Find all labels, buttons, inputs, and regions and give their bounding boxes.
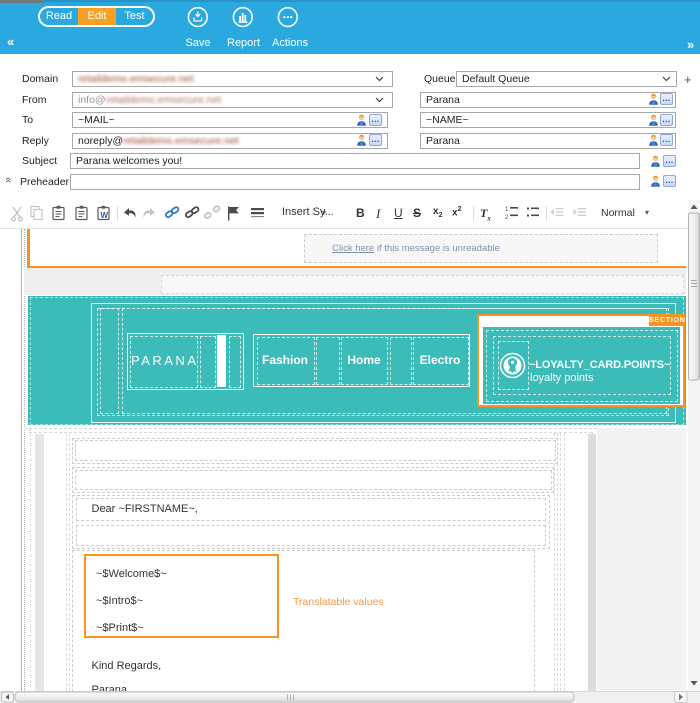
svg-text:W: W xyxy=(101,211,109,220)
svg-text:1: 1 xyxy=(505,207,509,213)
svg-text:2: 2 xyxy=(505,215,509,221)
